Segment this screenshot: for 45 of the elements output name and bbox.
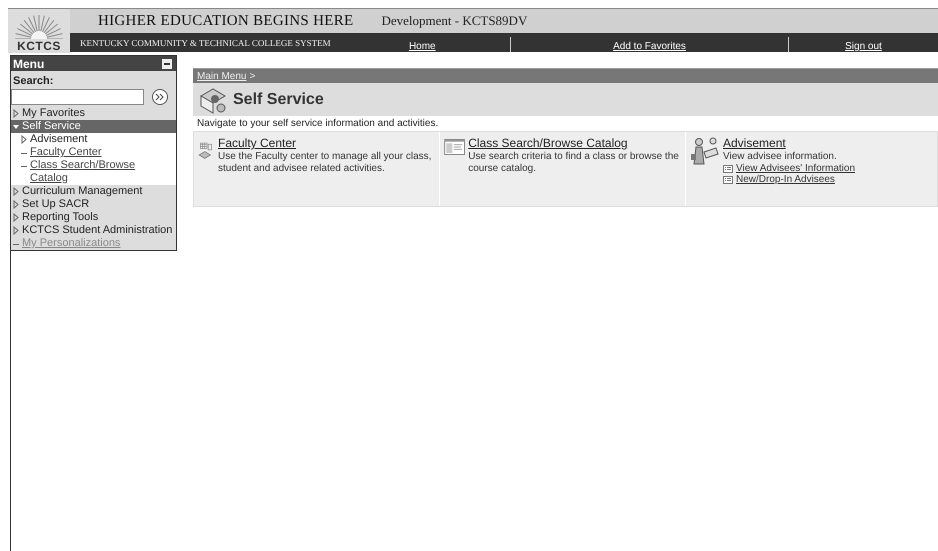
- collapsed-triangle-icon: [21, 133, 27, 146]
- menu-folder-row[interactable]: Self Service: [11, 120, 176, 133]
- college-logo: KCTCS: [8, 8, 70, 53]
- breadcrumb-link[interactable]: Main Menu: [197, 70, 246, 82]
- banner-title: HIGHER EDUCATION BEGINS HERE: [98, 12, 354, 30]
- card-description: View advisee information.: [723, 151, 838, 163]
- menu-folder-row[interactable]: Reporting Tools: [11, 211, 176, 224]
- card-title-link[interactable]: Class Search/Browse Catalog: [468, 136, 681, 150]
- banner-subtitle: KENTUCKY COMMUNITY & TECHNICAL COLLEGE SYSTEM: [79, 38, 332, 48]
- chevrons-icon: [155, 93, 165, 101]
- nav-link[interactable]: Home: [408, 41, 436, 52]
- dash-icon: [21, 166, 27, 167]
- page-description: Navigate to your self service information and activities.: [196, 117, 440, 131]
- menu-folder-row[interactable]: Set Up SACR: [11, 198, 176, 211]
- page-title: Self Service: [233, 90, 324, 108]
- menu-folder-row[interactable]: KCTCS Student Administration: [11, 224, 176, 237]
- card-description: Use search criteria to find a class or browse the course catalog.: [468, 151, 680, 175]
- search-label: Search:: [12, 74, 54, 89]
- menu-folder-row[interactable]: Advisement: [11, 133, 176, 146]
- environment-label: Development - KCTS89DV: [381, 13, 528, 29]
- card-title-link[interactable]: Faculty Center: [218, 136, 435, 150]
- collapse-icon[interactable]: [162, 58, 172, 68]
- dash-icon: [13, 244, 19, 245]
- workstation-icon: [199, 86, 227, 114]
- menu-folder-row[interactable]: My Favorites: [11, 107, 176, 120]
- people-icon: [690, 136, 720, 166]
- card-sub-link[interactable]: New/Drop-In Advisees: [736, 174, 835, 185]
- dash-icon: [21, 153, 27, 154]
- window-icon: [444, 136, 466, 158]
- sunburst-icon: [15, 13, 63, 39]
- search-go-button[interactable]: [152, 89, 168, 105]
- nav-link[interactable]: Sign out: [845, 41, 882, 52]
- menu-link[interactable]: Class Search/Browse Catalog: [30, 159, 174, 185]
- list-icon: [723, 176, 733, 184]
- menu-link[interactable]: Faculty Center: [30, 146, 102, 159]
- card-description: Use the Faculty center to manage all your class, student and advisee related activities.: [218, 151, 432, 175]
- collapsed-triangle-icon: [13, 107, 19, 120]
- breadcrumb-separator: >: [249, 70, 256, 82]
- card-title-link[interactable]: Advisement: [723, 136, 856, 150]
- search-field[interactable]: [11, 89, 144, 105]
- list-icon: [723, 164, 733, 172]
- menu-header: Menu: [11, 56, 176, 71]
- nav-link[interactable]: Add to Favorites: [613, 41, 686, 52]
- card-sub-link[interactable]: View Advisees' Information: [736, 163, 856, 174]
- menu-folder-row[interactable]: Curriculum Management: [11, 185, 176, 198]
